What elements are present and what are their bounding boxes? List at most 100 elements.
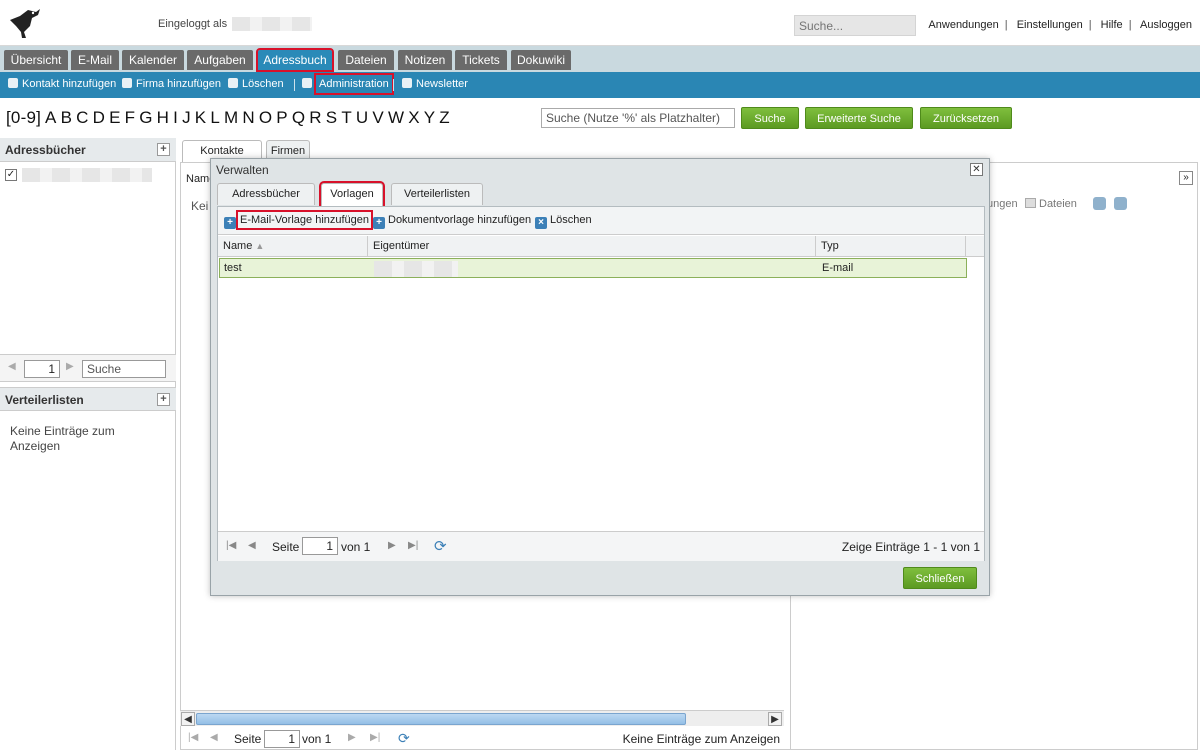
letter-m[interactable]: M (224, 108, 238, 127)
next-page-icon[interactable]: ▶ (388, 540, 396, 551)
scroll-right-icon[interactable]: ▶ (768, 712, 782, 726)
letter-s[interactable]: S (326, 108, 338, 127)
letter-b[interactable]: B (61, 108, 73, 127)
letter-x[interactable]: X (408, 108, 420, 127)
module-tab-kalender[interactable]: Kalender (122, 50, 184, 70)
letter-c[interactable]: C (76, 108, 88, 127)
last-page-icon[interactable]: ▶| (408, 540, 418, 551)
templates-grid-header: Name ▲ Eigentümer Typ (218, 236, 984, 257)
letter-p[interactable]: P (276, 108, 288, 127)
search-button[interactable]: Suche (741, 107, 799, 129)
module-tab-dokuwiki[interactable]: Dokuwiki (511, 50, 571, 70)
addressbooks-header: Adressbücher + (0, 138, 176, 162)
owner-blurred (374, 260, 458, 277)
add-document-template-button[interactable]: + Dokumentvorlage hinzufügen (373, 214, 531, 229)
letter-h[interactable]: H (157, 108, 169, 127)
add-document-template-label: Dokumentvorlage hinzufügen (388, 214, 532, 226)
global-search-input[interactable] (794, 15, 916, 36)
link-anwendungen[interactable]: Anwendungen (928, 19, 998, 31)
link-ausloggen[interactable]: Ausloggen (1140, 19, 1192, 31)
distribution-lists-header: Verteilerlisten + (0, 387, 176, 411)
letter-0-9[interactable]: [0-9] (6, 108, 41, 127)
letter-q[interactable]: Q (292, 108, 305, 127)
add-distribution-list-button[interactable]: + (157, 393, 170, 406)
delete-button[interactable]: Löschen (228, 78, 284, 90)
horizontal-scrollbar[interactable]: ◀ ▶ (180, 710, 784, 726)
tab-vorlagen[interactable]: Vorlagen (319, 181, 385, 209)
letter-y[interactable]: Y (424, 108, 436, 127)
add-company-label: Firma hinzufügen (136, 78, 221, 90)
row-owner (370, 259, 818, 277)
letter-r[interactable]: R (309, 108, 321, 127)
first-page-icon[interactable]: |◀ (188, 732, 198, 743)
letter-w[interactable]: W (388, 108, 404, 127)
col-header-name[interactable]: Name ▲ (218, 236, 368, 257)
letter-a[interactable]: A (45, 108, 57, 127)
module-tab-dateien[interactable]: Dateien (338, 50, 394, 70)
letter-v[interactable]: V (372, 108, 384, 127)
contact-search-input[interactable]: Suche (Nutze '%' als Platzhalter) (541, 108, 735, 128)
sort-ascending-icon: ▲ (255, 241, 265, 251)
add-contact-button[interactable]: Kontakt hinzufügen (8, 78, 116, 90)
add-company-button[interactable]: Firma hinzufügen (122, 78, 221, 90)
letter-l[interactable]: L (210, 108, 220, 127)
module-tab-adressbuch[interactable]: Adressbuch (256, 48, 334, 72)
col-header-type[interactable]: Typ (816, 236, 966, 257)
addressbook-checkbox[interactable]: ✓ (5, 169, 17, 181)
letter-u[interactable]: U (356, 108, 368, 127)
letter-j[interactable]: J (182, 108, 191, 127)
administration-button[interactable] (302, 78, 316, 90)
close-icon[interactable]: ✕ (970, 163, 983, 176)
refresh-icon[interactable] (1093, 197, 1106, 210)
prev-page-icon[interactable]: ◀ (248, 540, 256, 551)
letter-d[interactable]: D (93, 108, 105, 127)
prev-page-icon[interactable]: ◀ (8, 361, 16, 372)
module-tab-aufgaben[interactable]: Aufgaben (187, 50, 253, 70)
col-header-owner[interactable]: Eigentümer (368, 236, 816, 257)
next-page-icon[interactable]: ▶ (348, 732, 356, 743)
newsletter-button[interactable]: Newsletter (402, 78, 468, 90)
last-page-icon[interactable]: ▶| (370, 732, 380, 743)
module-tab-uebersicht[interactable]: Übersicht (4, 50, 68, 70)
tab-verteilerlisten[interactable]: Verteilerlisten (391, 183, 483, 205)
next-page-icon[interactable]: ▶ (66, 361, 74, 372)
files-button[interactable]: Dateien (1025, 198, 1077, 210)
prev-page-icon[interactable]: ◀ (210, 732, 218, 743)
page-number-input[interactable]: 1 (24, 360, 60, 378)
scroll-thumb[interactable] (196, 713, 686, 725)
advanced-search-button[interactable]: Erweiterte Suche (805, 107, 913, 129)
close-dialog-button[interactable]: Schließen (903, 567, 977, 589)
letter-i[interactable]: I (173, 108, 178, 127)
administration-label-button[interactable]: Administration (314, 73, 394, 95)
letter-f[interactable]: F (125, 108, 136, 127)
refresh-icon[interactable]: ⟳ (398, 730, 410, 747)
expand-panel-icon[interactable]: » (1179, 171, 1193, 185)
reset-button[interactable]: Zurücksetzen (920, 107, 1012, 129)
scroll-left-icon[interactable]: ◀ (181, 712, 195, 726)
right-toolbar-partial[interactable]: ungen (987, 198, 1018, 210)
link-hilfe[interactable]: Hilfe (1101, 19, 1123, 31)
add-email-template-label-button[interactable]: E-Mail-Vorlage hinzufügen (235, 210, 374, 230)
module-tab-tickets[interactable]: Tickets (455, 50, 507, 70)
letter-z[interactable]: Z (439, 108, 450, 127)
add-addressbook-button[interactable]: + (157, 143, 170, 156)
table-row[interactable]: test E-mail (219, 258, 967, 278)
addressbook-search-input[interactable]: Suche (82, 360, 166, 378)
letter-k[interactable]: K (195, 108, 207, 127)
print-icon[interactable] (1114, 197, 1127, 210)
add-email-template-button[interactable]: + (224, 214, 239, 229)
first-page-icon[interactable]: |◀ (226, 540, 236, 551)
letter-n[interactable]: N (242, 108, 254, 127)
letter-o[interactable]: O (259, 108, 272, 127)
module-tab-notizen[interactable]: Notizen (398, 50, 452, 70)
letter-g[interactable]: G (139, 108, 152, 127)
letter-e[interactable]: E (109, 108, 121, 127)
module-tab-email[interactable]: E-Mail (71, 50, 119, 70)
refresh-icon[interactable]: ⟳ (434, 537, 447, 555)
letter-t[interactable]: T (341, 108, 352, 127)
page-number-input[interactable]: 1 (264, 730, 300, 748)
tab-adressbuecher[interactable]: Adressbücher (217, 183, 315, 205)
page-number-input[interactable]: 1 (302, 537, 338, 555)
link-einstellungen[interactable]: Einstellungen (1017, 19, 1083, 31)
delete-template-button[interactable]: × Löschen (535, 214, 592, 229)
